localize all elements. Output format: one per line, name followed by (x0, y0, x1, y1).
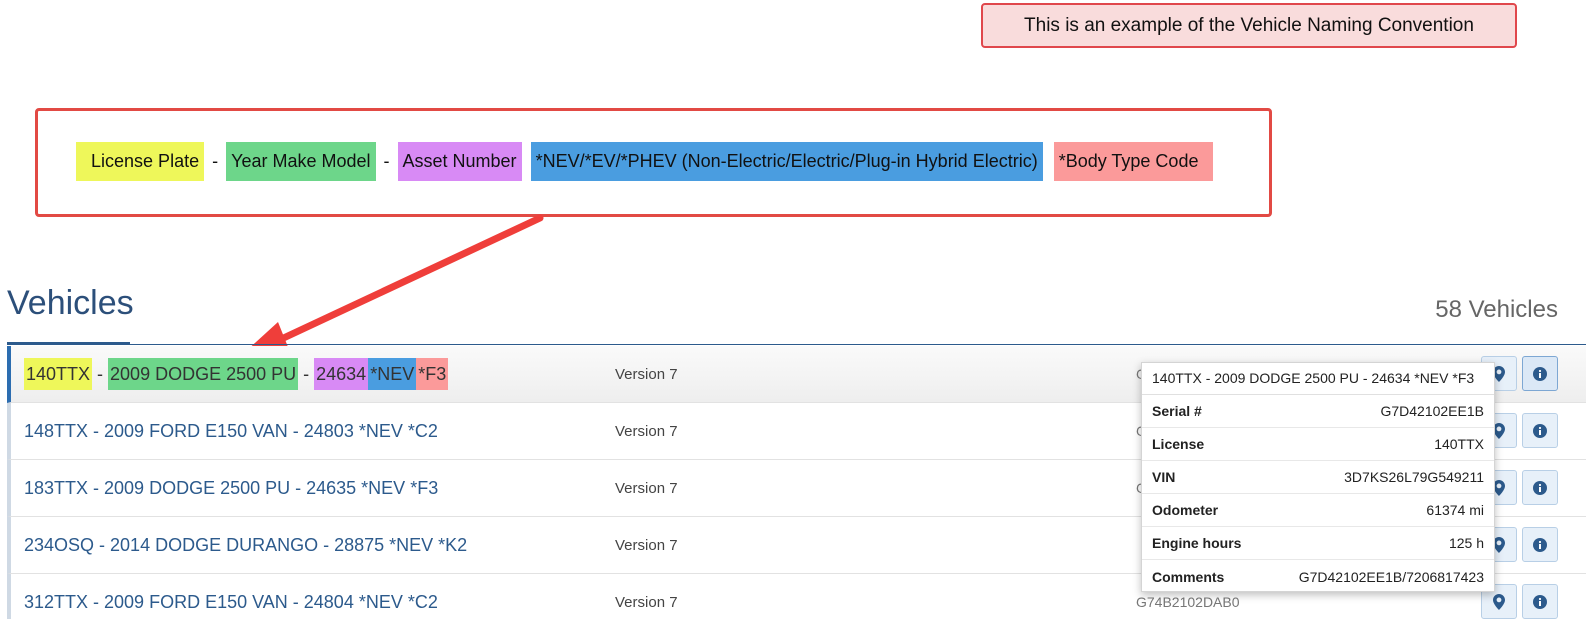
vehicle-asset-number: 24634 (314, 358, 369, 390)
vehicle-count: 58 Vehicles (1435, 296, 1558, 323)
legend-power-type: *NEV/*EV/*PHEV (Non-Electric/Electric/Pl… (530, 142, 1043, 181)
legend-row: License Plate - Year Make Model - Asset … (76, 142, 1214, 181)
info-icon (1533, 423, 1547, 438)
popup-value: 140TTX (1434, 436, 1484, 452)
popup-row-odometer: Odometer 61374 mi (1142, 494, 1494, 527)
vehicle-name-link[interactable]: 148TTX - 2009 FORD E150 VAN - 24803 *NEV… (24, 403, 438, 459)
popup-row-license: License 140TTX (1142, 428, 1494, 461)
popup-key: VIN (1152, 469, 1176, 485)
vehicle-plate: 140TTX (24, 358, 93, 390)
popup-key: License (1152, 436, 1205, 452)
map-marker-icon (1493, 593, 1505, 610)
popup-key: Comments (1152, 568, 1225, 585)
info-icon (1533, 366, 1547, 381)
popup-row-engine-hours: Engine hours 125 h (1142, 527, 1494, 560)
popup-value: G7D42102EE1B/7206817423 (1298, 568, 1484, 585)
vehicle-info-popup: 140TTX - 2009 DODGE 2500 PU - 24634 *NEV… (1141, 362, 1495, 592)
info-button[interactable] (1522, 527, 1558, 562)
info-button[interactable] (1522, 470, 1558, 505)
vehicle-version: Version 7 (615, 365, 678, 383)
vehicle-version: Version 7 (615, 479, 678, 497)
info-icon (1533, 594, 1547, 609)
page-title: Vehicles (7, 284, 134, 345)
vehicle-year-make-model: 2009 DODGE 2500 PU (108, 358, 299, 390)
vehicle-name-link[interactable]: 183TTX - 2009 DODGE 2500 PU - 24635 *NEV… (24, 460, 438, 516)
legend-separator: - (383, 151, 390, 171)
popup-key: Odometer (1152, 502, 1219, 518)
popup-row-comments: Comments G7D42102EE1B/7206817423 (1142, 560, 1494, 593)
vehicle-version: Version 7 (615, 593, 678, 611)
popup-value: 61374 mi (1426, 502, 1484, 518)
info-button[interactable] (1522, 356, 1558, 391)
callout-text: This is an example of the Vehicle Naming… (1024, 14, 1474, 36)
popup-title: 140TTX - 2009 DODGE 2500 PU - 24634 *NEV… (1142, 363, 1494, 395)
name-separator: - (97, 363, 104, 384)
info-button[interactable] (1522, 413, 1558, 448)
popup-row-serial: Serial # G7D42102EE1B (1142, 395, 1494, 428)
popup-key: Serial # (1152, 403, 1202, 419)
vehicle-power-type: *NEV (368, 358, 417, 390)
vehicle-version: Version 7 (615, 422, 678, 440)
popup-row-vin: VIN 3D7KS26L79G549211 (1142, 461, 1494, 494)
popup-value: G7D42102EE1B (1380, 403, 1484, 419)
legend-asset-number: Asset Number (397, 142, 522, 181)
popup-value: 125 h (1448, 535, 1484, 551)
popup-key: Engine hours (1152, 535, 1242, 551)
legend-separator: - (212, 151, 219, 171)
legend-body-type: *Body Type Code (1053, 142, 1214, 181)
info-icon (1533, 537, 1547, 552)
legend-year-make-model: Year Make Model (226, 142, 376, 181)
vehicle-version: Version 7 (615, 536, 678, 554)
vehicle-name-link[interactable]: 234OSQ - 2014 DODGE DURANGO - 28875 *NEV… (24, 517, 467, 573)
naming-legend: License Plate - Year Make Model - Asset … (35, 108, 1272, 217)
legend-license-plate: License Plate (76, 142, 205, 181)
popup-value: 3D7KS26L79G549211 (1344, 469, 1484, 485)
vehicle-body-type: *F3 (416, 358, 449, 390)
vehicle-name-link[interactable]: 140TTX - 2009 DODGE 2500 PU - 24634 *NEV… (24, 346, 449, 402)
info-button[interactable] (1522, 584, 1558, 619)
vehicle-name-link[interactable]: 312TTX - 2009 FORD E150 VAN - 24804 *NEV… (24, 574, 438, 619)
vehicles-header: Vehicles 58 Vehicles (7, 280, 1586, 345)
info-icon (1533, 480, 1547, 495)
name-separator: - (303, 363, 310, 384)
naming-convention-callout: This is an example of the Vehicle Naming… (981, 3, 1517, 48)
